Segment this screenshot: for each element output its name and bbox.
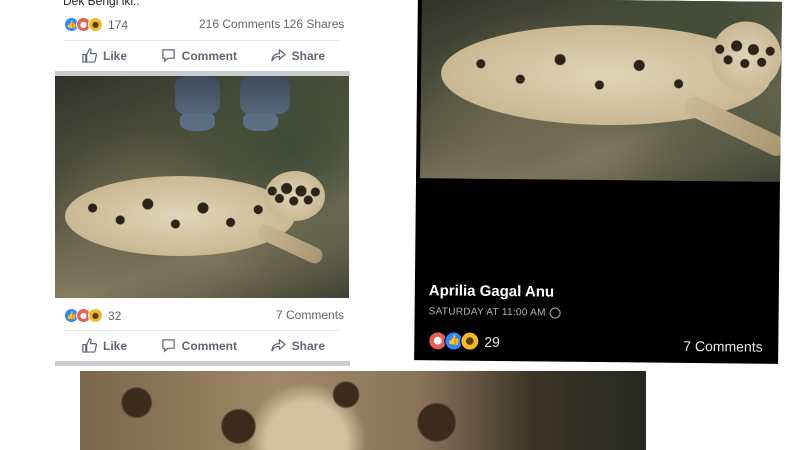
divider — [64, 40, 340, 41]
share-icon — [270, 48, 286, 62]
timestamp-text: SATURDAY AT 11:00 AM — [428, 306, 546, 319]
card-comments-count[interactable]: 7 Comments — [683, 338, 763, 355]
comment-button[interactable]: Comment — [161, 48, 237, 63]
reaction-icons: 👍 ● ● — [64, 308, 103, 323]
reaction-icons: 👍 ● ● — [64, 17, 103, 32]
photo-reactions-summary[interactable]: 👍 ● ● 32 — [64, 308, 121, 323]
share-label: Share — [291, 48, 325, 63]
like-icon — [82, 48, 97, 63]
leopard-cat-photo[interactable] — [55, 76, 349, 298]
post-separator — [55, 361, 350, 366]
photo-action-bar: Like Comment Share — [82, 338, 325, 353]
trouser-left — [175, 76, 220, 114]
trouser-right — [240, 76, 290, 114]
share-icon — [270, 338, 286, 352]
post-action-bar: Like Comment Share — [82, 48, 325, 63]
comment-button[interactable]: Comment — [161, 338, 237, 353]
card-reactions-summary[interactable]: ● 👍 ● 29 — [428, 331, 500, 351]
reaction-count: 174 — [108, 17, 129, 32]
post-shares-count[interactable]: 126 Shares — [283, 17, 344, 31]
reaction-count: 32 — [108, 308, 122, 323]
comment-icon — [161, 339, 175, 353]
cat-head — [265, 171, 325, 221]
divider — [64, 330, 340, 331]
author-name[interactable]: Aprilia Gagal Anu — [429, 282, 554, 300]
comment-label: Comment — [181, 338, 237, 353]
foot-right — [243, 111, 278, 131]
leopard-cat-closeup-photo[interactable] — [420, 0, 782, 182]
cat-body — [65, 176, 295, 256]
like-button[interactable]: Like — [82, 48, 127, 63]
post-comments-count[interactable]: 216 Comments — [199, 17, 280, 31]
globe-icon — [549, 307, 561, 319]
comment-label: Comment — [181, 48, 237, 63]
leopard-cat-zoomed-photo[interactable] — [80, 371, 646, 450]
like-label: Like — [103, 48, 128, 63]
like-icon — [82, 338, 97, 353]
share-button[interactable]: Share — [270, 48, 325, 63]
share-label: Share — [291, 338, 325, 353]
sad-reaction-icon: ● — [460, 331, 480, 351]
post-reactions-summary[interactable]: 👍 ● ● 174 — [64, 17, 128, 32]
reaction-count: 29 — [484, 333, 500, 350]
cat-leg — [254, 221, 326, 267]
sad-reaction-icon: ● — [88, 308, 103, 323]
comment-icon — [161, 49, 175, 63]
like-button[interactable]: Like — [82, 338, 127, 353]
sad-reaction-icon: ● — [88, 17, 103, 32]
reaction-icons: ● 👍 ● — [428, 331, 480, 351]
photo-comments-count[interactable]: 7 Comments — [276, 308, 344, 322]
foot-left — [180, 111, 215, 131]
shared-photo-card: Aprilia Gagal Anu SATURDAY AT 11:00 AM ●… — [414, 0, 782, 364]
post-caption: Dek Bengi iki.. — [63, 0, 140, 8]
cat-head — [710, 21, 782, 92]
like-label: Like — [103, 338, 128, 353]
share-button[interactable]: Share — [270, 338, 325, 353]
post-timestamp[interactable]: SATURDAY AT 11:00 AM — [428, 306, 561, 319]
